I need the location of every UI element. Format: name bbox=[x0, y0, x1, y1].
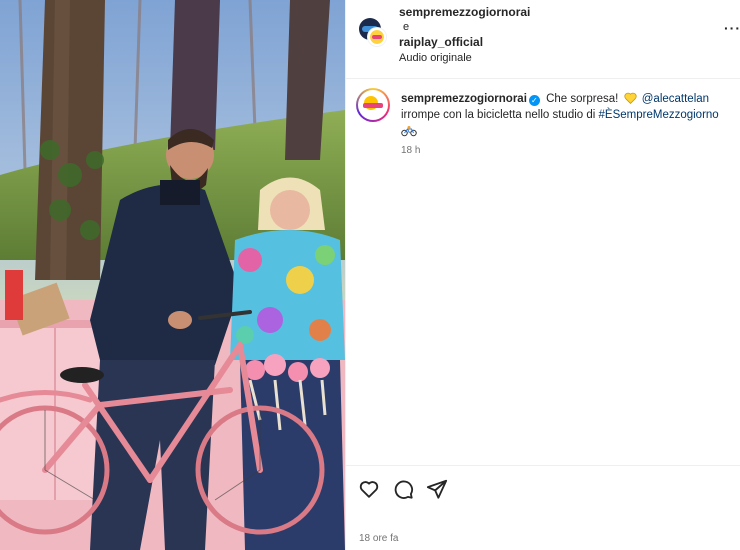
audio-label[interactable]: Audio originale bbox=[399, 52, 472, 64]
caption-text-2: irrompe con la bicicletta nello studio d… bbox=[401, 109, 596, 121]
caption-username[interactable]: sempremezzogiornorai bbox=[401, 93, 527, 105]
video-frame bbox=[0, 0, 345, 550]
caption-text-1: Che sorpresa! bbox=[546, 93, 619, 105]
post-timestamp[interactable]: 18 ore fa bbox=[359, 533, 398, 544]
comment-icon[interactable] bbox=[392, 478, 414, 500]
post-caption: sempremezzogiornorai ✓ Che sorpresa! @ale… bbox=[401, 91, 736, 140]
caption-time[interactable]: 18 h bbox=[401, 145, 420, 156]
hashtag-link[interactable]: #ÈSempreMezzogiorno bbox=[599, 109, 719, 121]
yellow-heart-icon bbox=[623, 92, 637, 104]
share-icon[interactable] bbox=[426, 478, 448, 500]
mention-link[interactable]: @alecattelan bbox=[642, 93, 709, 105]
collab-username[interactable]: raiplay_official bbox=[399, 35, 483, 49]
heart-icon[interactable] bbox=[358, 478, 380, 500]
author-username[interactable]: sempremezzogiornorai bbox=[399, 5, 530, 19]
post-media-video[interactable] bbox=[0, 0, 345, 550]
actions-divider bbox=[346, 465, 740, 466]
more-dots-icon[interactable]: ··· bbox=[724, 20, 740, 36]
sempremezzogiorno-avatar[interactable] bbox=[368, 28, 386, 46]
post-details-panel: sempremezzogiornorai e raiplay_official … bbox=[345, 0, 740, 550]
verified-badge-icon: ✓ bbox=[528, 95, 540, 106]
bicycle-emoji-icon bbox=[401, 126, 417, 137]
collab-joiner: e bbox=[403, 21, 410, 33]
caption-avatar[interactable] bbox=[356, 88, 390, 122]
post-header: sempremezzogiornorai e raiplay_official … bbox=[346, 0, 740, 79]
